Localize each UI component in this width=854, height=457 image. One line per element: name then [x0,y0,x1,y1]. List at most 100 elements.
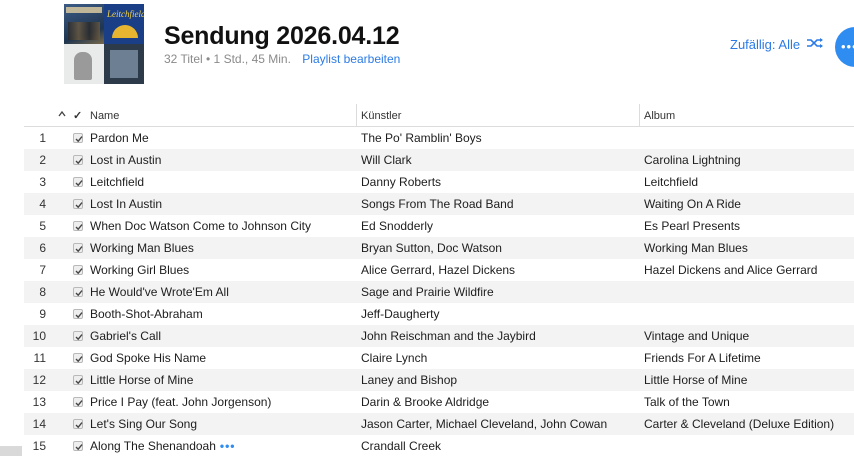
track-artist: Jeff-Daugherty [361,307,440,321]
table-row[interactable]: 7 Working Girl Blues Alice Gerrard, Hazel … [24,259,854,281]
track-name: Working Man Blues [90,237,354,259]
sort-caret-icon[interactable] [58,110,66,118]
column-header-album[interactable]: Album [639,104,675,126]
track-checkbox[interactable] [73,265,83,275]
track-checkbox[interactable] [73,221,83,231]
track-name: Working Girl Blues [90,259,354,281]
table-row[interactable]: 8 He Would've Wrote'Em All Sage and Prairi… [24,281,854,303]
shuffle-all-button[interactable]: Zufällig: Alle [730,37,824,52]
track-checkbox[interactable] [73,287,83,297]
table-row[interactable]: 1 Pardon Me The Po' Ramblin' Boys [24,127,854,149]
track-checkbox[interactable] [73,155,83,165]
table-row[interactable]: 12 Little Horse of Mine Laney and Bishop Li… [24,369,854,391]
track-name: He Would've Wrote'Em All [90,281,354,303]
track-artist: Jason Carter, Michael Cleveland, John Co… [361,417,608,431]
playlist-artwork: Leitchfield [64,4,144,84]
table-header: ✓ Name Künstler Album [24,104,854,127]
table-row[interactable]: 4 Lost In Austin Songs From The Road Band W… [24,193,854,215]
track-name: God Spoke His Name [90,347,354,369]
track-name-text: Working Man Blues [90,241,194,255]
edit-playlist-link[interactable]: Playlist bearbeiten [302,52,400,66]
table-row[interactable]: 6 Working Man Blues Bryan Sutton, Doc Wats… [24,237,854,259]
track-album: Talk of the Town [644,395,730,409]
checkmark-icon [75,136,83,143]
track-checkbox[interactable] [73,353,83,363]
track-album: Carter & Cleveland (Deluxe Edition) [644,417,835,431]
track-checkbox[interactable] [73,397,83,407]
checkmark-icon [75,268,83,275]
track-name: Gabriel's Call [90,325,354,347]
column-header-check[interactable]: ✓ [73,104,82,126]
track-name: Price I Pay (feat. John Jorgenson) [90,391,354,413]
track-number: 2 [39,153,46,167]
track-checkbox[interactable] [73,177,83,187]
track-album: Es Pearl Presents [644,219,741,233]
track-more-icon[interactable]: ••• [220,439,236,453]
playlist-title: Sendung 2026.04.12 [164,22,400,50]
checkmark-icon [75,246,83,253]
track-checkbox[interactable] [73,331,83,341]
track-name: Booth-Shot-Abraham [90,303,354,325]
column-header-name[interactable]: Name [90,104,119,126]
track-name: Along The Shenandoah ••• [90,435,354,457]
track-artist: Danny Roberts [361,175,442,189]
more-options-button[interactable]: ••• [835,27,854,67]
checkmark-icon [75,158,83,165]
track-name: Leitchfield [90,171,354,193]
track-checkbox[interactable] [73,243,83,253]
more-icon: ••• [841,39,854,54]
shuffle-label: Zufällig: Alle [730,37,801,52]
track-name: Let's Sing Our Song [90,413,354,435]
checkmark-icon [75,444,83,451]
track-checkbox[interactable] [73,375,83,385]
playlist-summary: 32 Titel • 1 Std., 45 Min. [164,52,291,66]
track-album: Little Horse of Mine [644,373,748,387]
checkmark-icon [75,422,83,429]
sidebar-edge [0,446,22,456]
checkmark-icon [75,202,83,209]
table-row[interactable]: 3 Leitchfield Danny Roberts Leitchfield [24,171,854,193]
track-name-text: Pardon Me [90,131,149,145]
track-number: 11 [33,351,46,365]
checkmark-icon [75,224,83,231]
track-number: 3 [39,175,46,189]
track-number: 9 [39,307,46,321]
track-checkbox[interactable] [73,309,83,319]
track-checkbox[interactable] [73,441,83,451]
track-name-text: Along The Shenandoah [90,439,216,453]
table-row[interactable]: 5 When Doc Watson Come to Johnson City Ed … [24,215,854,237]
track-name-text: Price I Pay (feat. John Jorgenson) [90,395,272,409]
track-artist: Laney and Bishop [361,373,458,387]
checkmark-icon [75,180,83,187]
track-album: Leitchfield [644,175,699,189]
track-name: When Doc Watson Come to Johnson City [90,215,354,237]
track-artist: Claire Lynch [361,351,428,365]
table-row[interactable]: 10 Gabriel's Call John Reischman and the J… [24,325,854,347]
table-row[interactable]: 14 Let's Sing Our Song Jason Carter, Micha… [24,413,854,435]
table-row[interactable]: 9 Booth-Shot-Abraham Jeff-Daugherty [24,303,854,325]
track-checkbox[interactable] [73,199,83,209]
table-row[interactable]: 15 Along The Shenandoah ••• Crandall Creek [24,435,854,457]
track-checkbox[interactable] [73,419,83,429]
track-album: Hazel Dickens and Alice Gerrard [644,263,818,277]
table-row[interactable]: 11 God Spoke His Name Claire Lynch Friends … [24,347,854,369]
playlist-meta: 32 Titel • 1 Std., 45 Min. Playlist bear… [164,52,400,66]
track-artist: Songs From The Road Band [361,197,514,211]
column-header-artist[interactable]: Künstler [356,104,401,126]
track-number: 7 [39,263,46,277]
track-artist: Sage and Prairie Wildfire [361,285,494,299]
track-number: 5 [39,219,46,233]
track-number: 4 [39,197,46,211]
track-number: 8 [39,285,46,299]
track-album: Waiting On A Ride [644,197,741,211]
track-number: 1 [39,131,46,145]
track-name-text: When Doc Watson Come to Johnson City [90,219,311,233]
track-number: 13 [32,395,46,409]
table-row[interactable]: 2 Lost in Austin Will Clark Carolina Lightn… [24,149,854,171]
checkmark-icon [75,312,83,319]
track-checkbox[interactable] [73,133,83,143]
track-artist: Alice Gerrard, Hazel Dickens [361,263,516,277]
table-row[interactable]: 13 Price I Pay (feat. John Jorgenson) Dari… [24,391,854,413]
track-artist: Ed Snodderly [361,219,434,233]
track-artist: John Reischman and the Jaybird [361,329,536,343]
